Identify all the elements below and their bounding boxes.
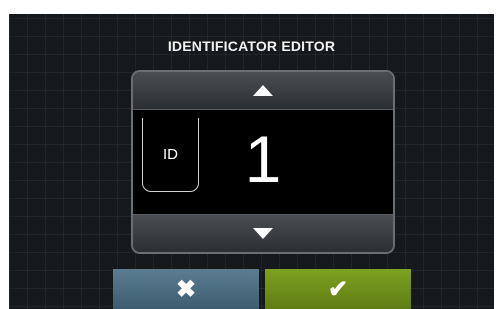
id-label-box: ID (142, 118, 199, 192)
close-icon: ✖ (175, 275, 197, 303)
check-icon: ✔ (327, 275, 349, 303)
id-label: ID (163, 146, 178, 163)
up-arrow-icon (253, 85, 273, 96)
decrement-button[interactable] (133, 214, 393, 252)
editor-screen: IDENTIFICATOR EDITOR ID 1 ✖ ✔ (9, 14, 494, 309)
increment-button[interactable] (133, 72, 393, 110)
id-value: 1 (244, 122, 282, 196)
down-arrow-icon (253, 228, 273, 239)
cancel-button[interactable]: ✖ (113, 269, 259, 309)
confirm-button[interactable]: ✔ (265, 269, 411, 309)
id-editor-panel: ID 1 (131, 70, 395, 254)
screen-title: IDENTIFICATOR EDITOR (167, 38, 336, 54)
